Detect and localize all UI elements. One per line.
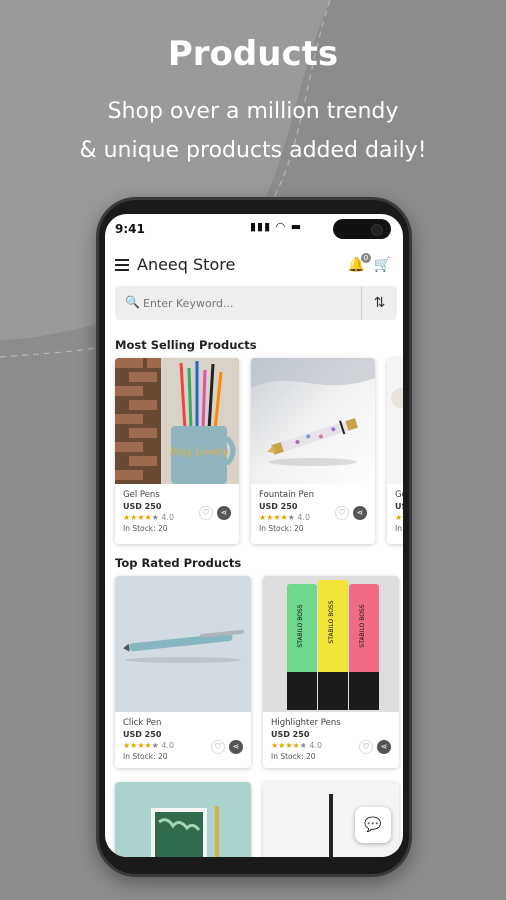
rating-empty-star: ★	[151, 513, 159, 522]
product-image: STABILO BOSS STABILO BOSS STABILO BOSS	[263, 576, 399, 712]
search-bar: 🔍 ⇅	[115, 286, 397, 320]
rating-value: 4.0	[309, 741, 323, 750]
product-card[interactable]: Go USD ★★ In St	[387, 358, 403, 544]
product-card[interactable]: Stay Lovely Gel Pens USD 250 ★★★★★ 4.0 I…	[115, 358, 239, 544]
product-price: USD	[395, 502, 403, 511]
product-image	[115, 576, 251, 712]
product-price: USD 250	[271, 730, 310, 739]
promo-subtitle: Shop over a million trendy & unique prod…	[0, 92, 506, 170]
heart-icon[interactable]: ♡	[335, 506, 349, 520]
product-card[interactable]: STABILO BOSS STABILO BOSS STABILO BOSS H…	[263, 576, 399, 768]
product-price: USD 250	[123, 730, 162, 739]
product-image	[387, 358, 403, 484]
rating-stars: ★★★★	[259, 513, 288, 522]
promo-subtitle-line1: Shop over a million trendy	[107, 99, 399, 124]
product-name: Highlighter Pens	[271, 718, 341, 728]
product-name: Go	[395, 490, 403, 500]
promo-subtitle-line2: & unique products added daily!	[79, 138, 427, 163]
heart-icon[interactable]: ♡	[211, 740, 225, 754]
camera-cutout	[333, 219, 391, 239]
chat-icon[interactable]: 💬	[355, 807, 391, 843]
store-name: Aneeq Store	[137, 255, 236, 274]
product-price: USD 250	[123, 502, 162, 511]
heart-icon[interactable]: ♡	[199, 506, 213, 520]
heart-icon[interactable]: ♡	[359, 740, 373, 754]
notification-badge: 0	[361, 253, 371, 263]
share-icon[interactable]: ⋖	[353, 506, 367, 520]
rating-empty-star: ★	[299, 741, 307, 750]
product-stock: In Stock: 20	[259, 524, 304, 533]
menu-icon[interactable]	[115, 259, 129, 271]
rating-stars: ★★★★	[271, 741, 300, 750]
phone-frame: 9:41 ▮▮▮ ◠ ▬ Aneeq Store 🔔 0 🛒 🔍 ⇅ Most …	[96, 197, 412, 877]
section-title-top-rated: Top Rated Products	[115, 556, 242, 570]
product-name: Click Pen	[123, 718, 162, 728]
highlighter-label: STABILO BOSS	[359, 604, 366, 647]
highlighter-label: STABILO BOSS	[297, 604, 304, 647]
share-icon[interactable]: ⋖	[217, 506, 231, 520]
product-info: Gel Pens USD 250 ★★★★★ 4.0 In Stock: 20 …	[115, 484, 239, 539]
product-card[interactable]: Click Pen USD 250 ★★★★★ 4.0 In Stock: 20…	[115, 576, 251, 768]
product-stock: In Stock: 20	[123, 524, 168, 533]
share-icon[interactable]: ⋖	[377, 740, 391, 754]
product-stock: In St	[395, 524, 403, 533]
product-price: USD 250	[259, 502, 298, 511]
rating-stars: ★★★★	[123, 513, 152, 522]
section-title-most-selling: Most Selling Products	[115, 338, 257, 352]
product-image	[251, 358, 375, 484]
rating-empty-star: ★	[151, 741, 159, 750]
product-name: Fountain Pen	[259, 490, 314, 500]
search-icon: 🔍	[125, 295, 140, 309]
share-icon[interactable]: ⋖	[229, 740, 243, 754]
search-input[interactable]	[143, 294, 353, 312]
app-bar: Aneeq Store 🔔 0 🛒	[105, 250, 403, 284]
product-info: Click Pen USD 250 ★★★★★ 4.0 In Stock: 20…	[115, 712, 251, 767]
product-card[interactable]	[115, 782, 251, 857]
mug-text: Stay Lovely	[170, 447, 229, 458]
product-card[interactable]: Fountain Pen USD 250 ★★★★★ 4.0 In Stock:…	[251, 358, 375, 544]
status-bar: 9:41 ▮▮▮ ◠ ▬	[105, 214, 403, 242]
product-rating: ★★★★★ 4.0	[259, 513, 367, 522]
rating-value: 4.0	[297, 513, 311, 522]
product-name: Gel Pens	[123, 490, 160, 500]
product-rating: ★★	[395, 513, 403, 522]
status-icons: ▮▮▮ ◠ ▬	[250, 220, 303, 233]
rating-value: 4.0	[161, 741, 175, 750]
cart-icon[interactable]: 🛒	[374, 257, 391, 273]
most-selling-list[interactable]: Stay Lovely Gel Pens USD 250 ★★★★★ 4.0 I…	[115, 358, 403, 544]
filter-icon[interactable]: ⇅	[361, 286, 397, 320]
product-rating: ★★★★★ 4.0	[123, 513, 231, 522]
product-image: Stay Lovely	[115, 358, 239, 484]
product-image	[115, 782, 251, 857]
status-time: 9:41	[115, 222, 145, 236]
product-info: Fountain Pen USD 250 ★★★★★ 4.0 In Stock:…	[251, 484, 375, 539]
rating-empty-star: ★	[287, 513, 295, 522]
rating-value: 4.0	[161, 513, 175, 522]
product-stock: In Stock: 20	[123, 752, 168, 761]
app-screen: 9:41 ▮▮▮ ◠ ▬ Aneeq Store 🔔 0 🛒 🔍 ⇅ Most …	[105, 214, 403, 857]
product-rating: ★★★★★ 4.0	[123, 741, 243, 750]
highlighter-label: STABILO BOSS	[328, 600, 335, 643]
product-stock: In Stock: 20	[271, 752, 316, 761]
promo-title: Products	[167, 34, 339, 74]
product-info: Highlighter Pens USD 250 ★★★★★ 4.0 In St…	[263, 712, 399, 767]
product-info: Go USD ★★ In St	[387, 484, 403, 539]
product-rating: ★★★★★ 4.0	[271, 741, 391, 750]
rating-stars: ★★★★	[123, 741, 152, 750]
